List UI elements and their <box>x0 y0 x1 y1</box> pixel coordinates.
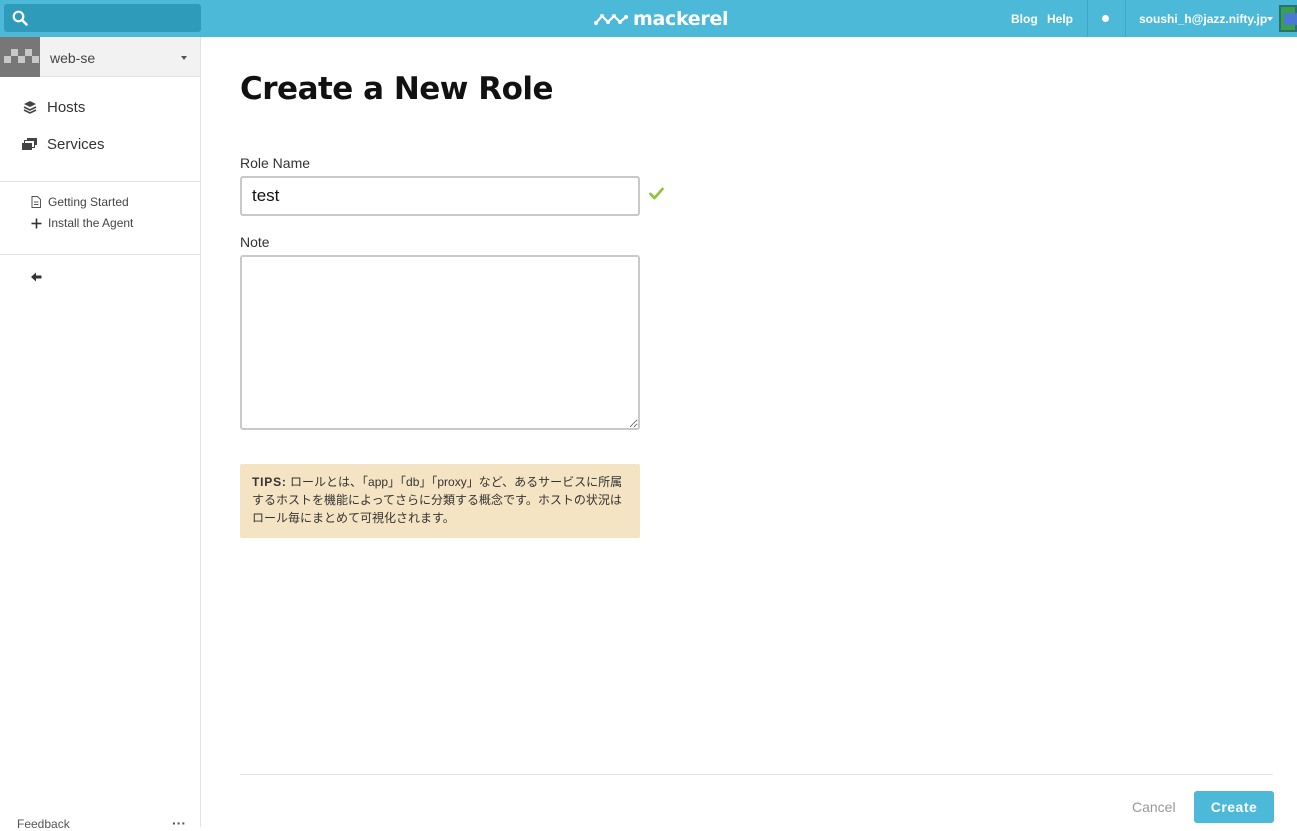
tips-box: TIPS: ロールとは、「app」「db」「proxy」など、あるサービスに所属… <box>240 464 640 538</box>
tips-prefix: TIPS: <box>252 475 287 489</box>
sidebar-item-install-agent[interactable]: Install the Agent <box>30 216 133 230</box>
services-icon <box>22 137 37 152</box>
help-link[interactable]: Help <box>1047 12 1073 26</box>
sidebar-item-label: Install the Agent <box>48 216 134 230</box>
user-menu[interactable]: soushi_h@jazz.nifty.jp <box>1139 12 1267 26</box>
tips-text: ロールとは、「app」「db」「proxy」など、あるサービスに所属するホストを… <box>252 475 623 525</box>
sidebar-item-hosts[interactable]: Hosts <box>22 96 85 118</box>
sidebar-divider <box>0 181 200 182</box>
sidebar: web-se Hosts Services Getting Started In… <box>0 37 201 831</box>
document-icon <box>30 196 42 208</box>
organization-icon <box>0 37 40 77</box>
sidebar-item-getting-started[interactable]: Getting Started <box>30 195 129 209</box>
sidebar-item-services[interactable]: Services <box>22 133 105 155</box>
feedback-link[interactable]: Feedback <box>17 817 70 831</box>
topbar-divider <box>1125 0 1126 37</box>
mackerel-logo[interactable]: mackerel <box>594 8 729 30</box>
logo-wave-icon <box>594 14 628 25</box>
organization-name: web-se <box>50 50 96 66</box>
form-footer-divider <box>240 774 1273 775</box>
sidebar-divider <box>0 254 200 255</box>
page-title: Create a New Role <box>240 71 554 107</box>
arrow-left-icon <box>31 272 42 282</box>
top-bar: mackerel Blog Help soushi_h@jazz.nifty.j… <box>0 0 1297 37</box>
search-box[interactable] <box>4 4 201 32</box>
search-input[interactable] <box>34 8 194 28</box>
create-button[interactable]: Create <box>1194 791 1274 823</box>
topbar-divider <box>1087 0 1088 37</box>
cancel-button[interactable]: Cancel <box>1126 791 1182 823</box>
chevron-down-icon[interactable] <box>1267 17 1273 21</box>
organization-switcher[interactable]: web-se <box>0 37 200 77</box>
role-name-input[interactable] <box>240 176 640 216</box>
avatar[interactable] <box>1279 5 1297 32</box>
collapse-sidebar-button[interactable] <box>31 269 42 287</box>
more-menu-icon[interactable]: ··· <box>172 815 186 831</box>
sidebar-item-label: Hosts <box>47 98 86 116</box>
chevron-down-icon[interactable] <box>181 56 187 60</box>
role-name-label: Role Name <box>240 155 311 171</box>
note-label: Note <box>240 234 270 250</box>
search-icon <box>12 10 28 26</box>
blog-link[interactable]: Blog <box>1011 12 1038 26</box>
plus-icon <box>30 217 42 229</box>
sidebar-item-label: Services <box>47 135 105 153</box>
logo-text: mackerel <box>633 8 729 30</box>
layers-icon <box>22 100 37 115</box>
sidebar-item-label: Getting Started <box>48 195 129 209</box>
checkmark-icon <box>649 187 664 205</box>
note-textarea[interactable] <box>240 255 640 430</box>
notification-dot-icon[interactable] <box>1102 15 1109 22</box>
